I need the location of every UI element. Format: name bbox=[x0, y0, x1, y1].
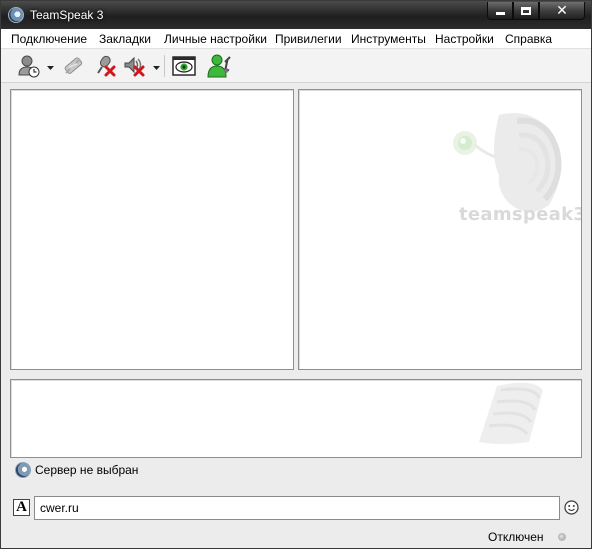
disconnect-icon bbox=[64, 57, 83, 74]
mute-microphone-icon bbox=[97, 55, 116, 77]
identity-icon bbox=[207, 54, 231, 78]
close-icon: ✕ bbox=[556, 2, 568, 19]
teamspeak-logo-watermark bbox=[479, 382, 543, 444]
minimize-button[interactable] bbox=[487, 2, 513, 20]
identity-button[interactable] bbox=[206, 53, 232, 79]
menu-settings[interactable]: Настройки bbox=[435, 32, 494, 46]
chat-log-panel[interactable] bbox=[10, 379, 582, 458]
teamspeak-app-icon[interactable] bbox=[8, 7, 24, 23]
maximize-button[interactable] bbox=[513, 2, 539, 20]
maximize-icon bbox=[521, 6, 531, 15]
disconnect-button[interactable] bbox=[60, 53, 86, 79]
title-bar[interactable]: TeamSpeak 3 ✕ bbox=[1, 1, 591, 29]
smiley-icon bbox=[564, 500, 579, 515]
window-title: TeamSpeak 3 bbox=[30, 8, 104, 22]
mute-microphone-button[interactable] bbox=[92, 53, 118, 79]
emoticon-button[interactable] bbox=[564, 500, 579, 515]
menu-permissions[interactable]: Привилегии bbox=[275, 32, 342, 46]
mute-speakers-dropdown-arrow[interactable] bbox=[153, 65, 160, 71]
menu-tools[interactable]: Инструменты bbox=[351, 32, 426, 46]
teamspeak-server-icon bbox=[15, 462, 31, 478]
connect-dropdown-arrow[interactable] bbox=[47, 65, 54, 71]
away-status-button[interactable] bbox=[171, 53, 197, 79]
menu-bar: Подключение Закладки Личные настройки Пр… bbox=[1, 29, 591, 49]
toolbar bbox=[1, 49, 591, 83]
teamspeak-wordmark: teamspeak3 bbox=[459, 204, 582, 225]
away-status-icon bbox=[172, 56, 196, 76]
mute-speakers-button[interactable] bbox=[122, 53, 148, 79]
toolbar-separator bbox=[164, 55, 165, 77]
mute-speakers-icon bbox=[124, 56, 145, 77]
tab-label: Сервер не выбран bbox=[35, 463, 139, 477]
status-led-icon bbox=[558, 533, 566, 541]
teamspeak-window: TeamSpeak 3 ✕ Подключение Закладки Личны… bbox=[0, 0, 592, 549]
menu-connections[interactable]: Подключение bbox=[11, 32, 87, 46]
channel-tree-panel[interactable] bbox=[10, 89, 294, 370]
tab-server[interactable]: Сервер не выбран bbox=[15, 460, 138, 480]
chevron-down-icon bbox=[47, 66, 54, 70]
info-panel: teamspeak3 bbox=[298, 89, 582, 370]
connect-icon bbox=[18, 55, 40, 78]
text-format-icon[interactable]: A bbox=[13, 499, 30, 516]
connection-status: Отключен bbox=[488, 530, 544, 544]
close-button[interactable]: ✕ bbox=[539, 2, 585, 20]
window-controls: ✕ bbox=[487, 2, 585, 20]
menu-bookmarks[interactable]: Закладки bbox=[99, 32, 151, 46]
menu-self[interactable]: Личные настройки bbox=[164, 32, 267, 46]
minimize-icon bbox=[495, 12, 505, 15]
chat-input[interactable] bbox=[34, 496, 560, 520]
connect-button[interactable] bbox=[16, 53, 42, 79]
menu-help[interactable]: Справка bbox=[505, 32, 552, 46]
chevron-down-icon bbox=[153, 66, 160, 70]
